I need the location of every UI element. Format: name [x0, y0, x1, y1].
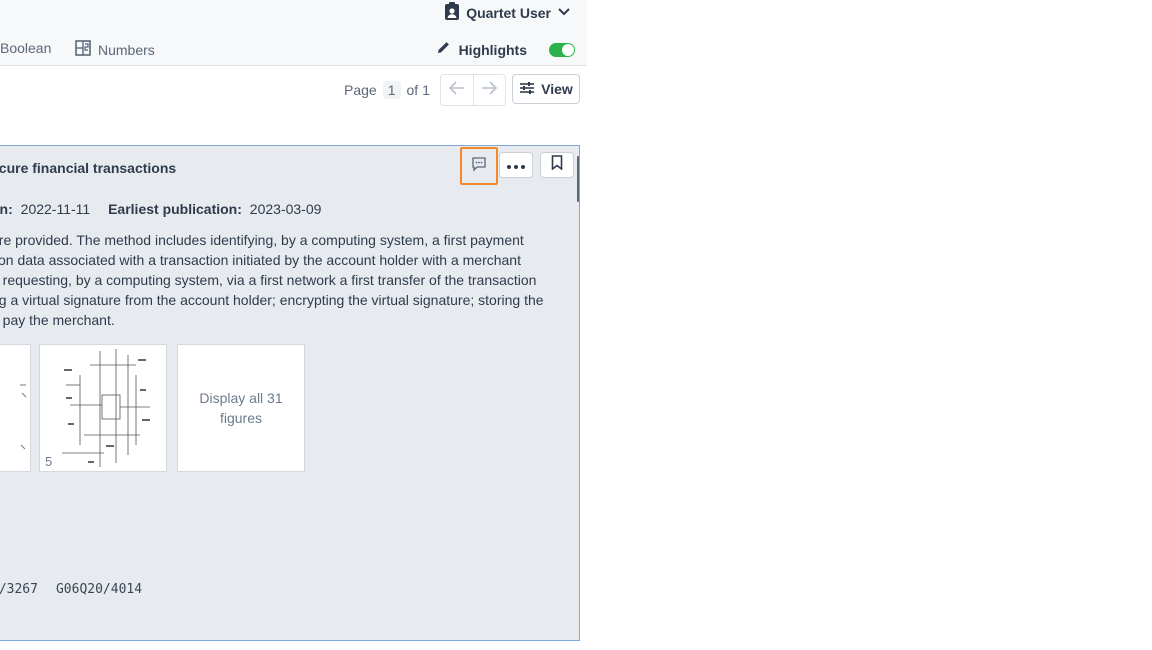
abstract-line: o pay the merchant. [0, 312, 115, 328]
classification-code[interactable]: 0/3267 [0, 582, 38, 597]
abstract-line: t; requesting, by a computing system, vi… [0, 272, 537, 288]
result-abstract: are provided. The method includes identi… [0, 230, 571, 330]
highlights-label: Highlights [458, 42, 527, 58]
figure-drawing-image [62, 349, 150, 467]
comment-icon [471, 156, 487, 177]
earliest-publication-value: 2023-03-09 [249, 201, 322, 217]
pencil-icon [436, 40, 451, 60]
result-title[interactable]: ecure financial transactions [0, 160, 176, 176]
app-window: Quartet User Boolean Numbers Highlights … [0, 0, 587, 650]
bookmark-icon [551, 155, 563, 175]
highlights-control: Highlights [436, 40, 575, 60]
arrow-right-icon [481, 80, 498, 100]
card-scrollbar[interactable] [577, 156, 579, 202]
tab-numbers[interactable]: Numbers [75, 40, 155, 59]
figure-drawing-image [20, 384, 27, 450]
page-total: of 1 [406, 82, 430, 98]
figure-thumbnail[interactable]: 5 [39, 344, 167, 472]
tab-boolean[interactable]: Boolean [0, 40, 51, 56]
next-page-button[interactable] [472, 75, 506, 105]
more-options-button[interactable] [499, 152, 533, 178]
abstract-line: ng a virtual signature from the account … [0, 292, 544, 308]
chevron-down-icon [557, 4, 571, 22]
abstract-line: are provided. The method includes identi… [0, 232, 524, 248]
tab-numbers-label: Numbers [98, 41, 155, 58]
classification-code[interactable]: G06Q20/4014 [56, 582, 142, 597]
comment-button[interactable] [460, 147, 498, 185]
earliest-publication-label: Earliest publication: [108, 201, 242, 217]
numbers-icon [75, 40, 91, 59]
pagination: Page 1 of 1 [344, 81, 430, 99]
classification-codes: 0/3267 G06Q20/4014 [0, 582, 142, 597]
priority-date-label: on: [0, 201, 13, 217]
priority-date-value: 2022-11-11 [20, 201, 91, 217]
user-menu[interactable]: Quartet User [444, 1, 571, 25]
display-all-figures-button[interactable]: Display all 31 figures [177, 344, 305, 472]
top-bar: Quartet User Boolean Numbers Highlights [0, 0, 587, 66]
highlights-toggle[interactable] [549, 43, 575, 57]
bookmark-button[interactable] [540, 152, 574, 178]
view-button[interactable]: View [512, 74, 580, 104]
page-label: Page [344, 82, 377, 98]
figure-number: 5 [45, 454, 53, 469]
user-badge-icon [444, 1, 460, 25]
arrow-left-icon [448, 80, 465, 100]
result-dates: on: 2022-11-11 Earliest publication: 202… [0, 201, 321, 217]
more-horizontal-icon [507, 156, 525, 174]
result-card[interactable]: ecure financial transactions on: 2022-11… [0, 145, 580, 641]
prev-page-button[interactable] [441, 75, 473, 105]
abstract-line: tion data associated with a transaction … [0, 252, 521, 268]
sliders-icon [519, 81, 535, 98]
view-button-label: View [541, 81, 573, 97]
user-name: Quartet User [466, 5, 551, 21]
tab-boolean-label: Boolean [0, 40, 52, 56]
figure-thumbnail[interactable] [0, 344, 31, 472]
page-nav [440, 74, 506, 106]
page-number-input[interactable]: 1 [382, 81, 401, 99]
